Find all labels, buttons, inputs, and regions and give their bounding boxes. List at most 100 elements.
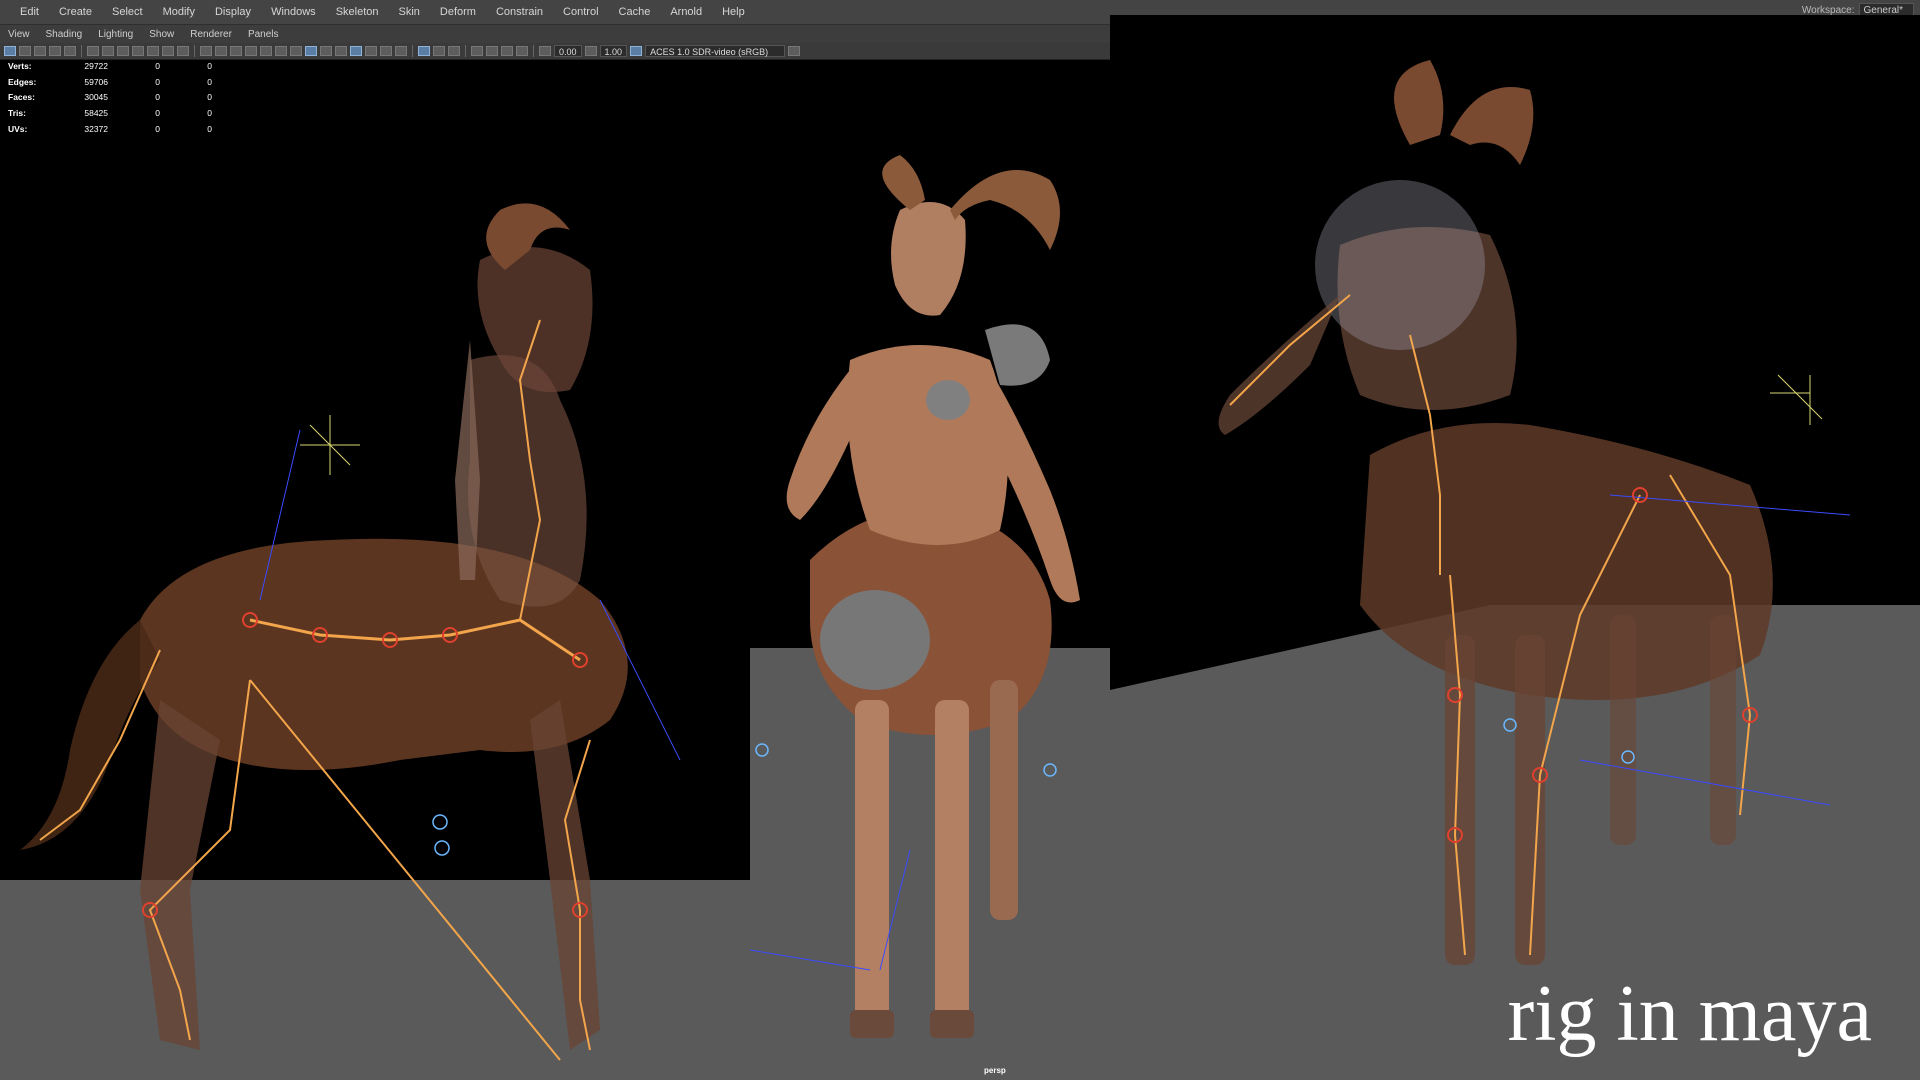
xray-icon[interactable] bbox=[305, 46, 317, 56]
default-material-icon[interactable] bbox=[260, 46, 272, 56]
move-camera-icon[interactable] bbox=[471, 46, 483, 56]
2d-pan-icon[interactable] bbox=[64, 46, 76, 56]
menu-create[interactable]: Create bbox=[49, 6, 102, 18]
hud-row: UVs: 32372 0 0 bbox=[8, 121, 212, 137]
select-camera-icon[interactable] bbox=[4, 46, 16, 56]
panel-menu-view[interactable]: View bbox=[0, 29, 38, 40]
safe-title-icon[interactable] bbox=[177, 46, 189, 56]
hud-value: 59706 bbox=[84, 76, 108, 87]
textured-icon[interactable] bbox=[275, 46, 287, 56]
centaur-back-leg bbox=[990, 680, 1018, 920]
bookmark-icon[interactable] bbox=[34, 46, 46, 56]
centaur-tail bbox=[20, 620, 160, 850]
anti-aliasing-icon[interactable] bbox=[395, 46, 407, 56]
menu-skeleton[interactable]: Skeleton bbox=[326, 6, 389, 18]
hud-value: 0 bbox=[207, 123, 212, 134]
menu-arnold[interactable]: Arnold bbox=[660, 6, 712, 18]
centaur-torso bbox=[468, 355, 587, 607]
hud-row: Faces: 30045 0 0 bbox=[8, 89, 212, 105]
chevron-down-icon[interactable] bbox=[788, 46, 801, 56]
hud-row: Tris: 58425 0 0 bbox=[8, 105, 212, 121]
hud-value: 0 bbox=[207, 92, 212, 103]
viewport-back-view[interactable] bbox=[1110, 15, 1920, 1080]
menu-help[interactable]: Help bbox=[712, 6, 755, 18]
film-gate-icon[interactable] bbox=[102, 46, 114, 56]
color-management-icon[interactable] bbox=[630, 46, 643, 56]
menu-modify[interactable]: Modify bbox=[153, 6, 205, 18]
smooth-shade-icon[interactable] bbox=[230, 46, 242, 56]
menu-cache[interactable]: Cache bbox=[609, 6, 661, 18]
menu-skin[interactable]: Skin bbox=[389, 6, 430, 18]
panel-menu-panels[interactable]: Panels bbox=[240, 29, 287, 40]
camera-name-label: persp bbox=[984, 1066, 1006, 1075]
panel-menu-show[interactable]: Show bbox=[141, 29, 182, 40]
gamma-input[interactable]: 1.00 bbox=[599, 45, 628, 57]
menu-items: Edit Create Select Modify Display Window… bbox=[0, 6, 755, 18]
hud-value: 0 bbox=[155, 60, 160, 71]
menu-constrain[interactable]: Constrain bbox=[486, 6, 553, 18]
hud-label: Verts: bbox=[8, 60, 32, 71]
menu-display[interactable]: Display bbox=[205, 6, 261, 18]
gamma-toggle-icon[interactable] bbox=[501, 46, 513, 56]
motion-blur-icon[interactable] bbox=[380, 46, 392, 56]
centaur-torso bbox=[847, 345, 1008, 545]
hud-row: Edges: 59706 0 0 bbox=[8, 74, 212, 90]
hud-value: 0 bbox=[207, 76, 212, 87]
lock-camera-icon[interactable] bbox=[19, 46, 31, 56]
gate-mask-icon[interactable] bbox=[132, 46, 144, 56]
menu-windows[interactable]: Windows bbox=[261, 6, 326, 18]
gamma-icon bbox=[584, 46, 597, 56]
wireframe-on-shaded-icon[interactable] bbox=[245, 46, 257, 56]
toolbar-divider bbox=[465, 45, 466, 57]
screen-space-ao-icon[interactable] bbox=[365, 46, 377, 56]
centaur-leg bbox=[1515, 635, 1545, 965]
viewport-front-canvas bbox=[750, 155, 1110, 1080]
hud-value: 0 bbox=[207, 60, 212, 71]
overlay-caption: rig in maya bbox=[1507, 970, 1872, 1058]
safe-action-icon[interactable] bbox=[162, 46, 174, 56]
image-plane-icon[interactable] bbox=[49, 46, 61, 56]
hud-value: 30045 bbox=[84, 92, 108, 103]
grid-icon[interactable] bbox=[200, 46, 212, 56]
resolution-gate-icon[interactable] bbox=[117, 46, 129, 56]
panel-menu-renderer[interactable]: Renderer bbox=[182, 29, 240, 40]
menu-control[interactable]: Control bbox=[553, 6, 608, 18]
exposure-icon bbox=[539, 46, 551, 56]
depth-of-field-icon[interactable] bbox=[433, 46, 445, 56]
menu-select[interactable]: Select bbox=[102, 6, 153, 18]
all-lights-icon[interactable] bbox=[290, 46, 302, 56]
view-transform-dropdown[interactable]: ACES 1.0 SDR-video (sRGB) bbox=[645, 45, 786, 57]
camera-attributes-icon[interactable] bbox=[87, 46, 99, 56]
wireframe-icon[interactable] bbox=[215, 46, 227, 56]
view-transform-icon[interactable] bbox=[516, 46, 528, 56]
hud-toggle-icon[interactable] bbox=[448, 46, 460, 56]
panel-menu-lighting[interactable]: Lighting bbox=[90, 29, 141, 40]
viewport-side-canvas bbox=[0, 203, 750, 1080]
menu-edit[interactable]: Edit bbox=[10, 6, 49, 18]
hud-value: 32372 bbox=[84, 123, 108, 134]
locator-marker bbox=[432, 814, 448, 830]
isolate-select-icon[interactable] bbox=[418, 46, 430, 56]
field-chart-icon[interactable] bbox=[147, 46, 159, 56]
belt-buckle bbox=[820, 590, 930, 690]
hud-value: 58425 bbox=[84, 107, 108, 118]
viewport-side-view[interactable] bbox=[0, 60, 750, 1080]
exposure-toggle-icon[interactable] bbox=[486, 46, 498, 56]
hud-value: 0 bbox=[155, 76, 160, 87]
toolbar-divider bbox=[81, 45, 82, 57]
hud-row: Verts: 29722 0 0 bbox=[8, 58, 212, 74]
centaur-front-leg bbox=[935, 700, 969, 1030]
centaur-horn bbox=[882, 155, 925, 210]
xray-joints-icon[interactable] bbox=[320, 46, 332, 56]
hud-value: 0 bbox=[155, 92, 160, 103]
chest-medallion bbox=[926, 380, 970, 420]
xray-active-icon[interactable] bbox=[335, 46, 347, 56]
shadows-icon[interactable] bbox=[350, 46, 362, 56]
panel-menu-shading[interactable]: Shading bbox=[38, 29, 91, 40]
viewport-front-view[interactable] bbox=[750, 60, 1110, 1080]
menu-deform[interactable]: Deform bbox=[430, 6, 486, 18]
exposure-input[interactable]: 0.00 bbox=[554, 45, 582, 57]
centaur-leg bbox=[1710, 615, 1736, 845]
panel-menu-bar: View Shading Lighting Show Renderer Pane… bbox=[0, 25, 1110, 43]
centaur-horn bbox=[1450, 87, 1534, 165]
